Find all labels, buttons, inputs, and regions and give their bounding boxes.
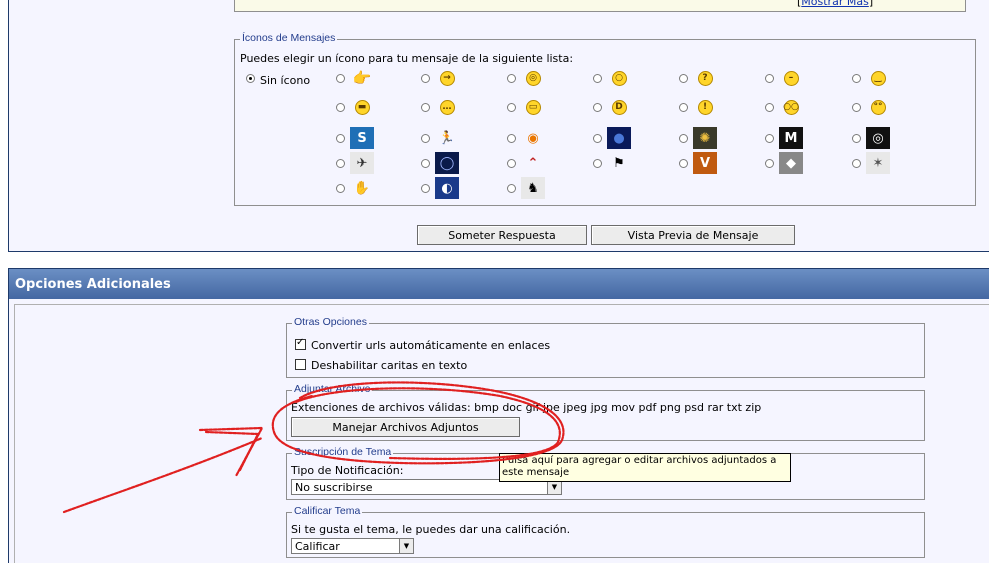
icon-radio-wink-face[interactable] [852, 74, 861, 83]
maya-icon: M [779, 127, 803, 149]
icon-radio-zbrush-man[interactable] [593, 159, 602, 168]
subscription-legend: Suscripción de Tema [292, 446, 394, 458]
hand-icon: ✋ [350, 177, 374, 199]
message-icons-instruction: Puedes elegir un ícono para tu mensaje d… [240, 52, 574, 65]
houdini-icon: ◆ [779, 152, 803, 174]
icon-radio-question[interactable] [679, 74, 688, 83]
preview-message-button[interactable]: Vista Previa de Mensaje [591, 225, 795, 245]
neutral-face-icon: – [779, 67, 803, 89]
other-options-legend: Otras Opciones [292, 316, 369, 328]
convert-urls-label: Convertir urls automáticamente en enlace… [311, 339, 551, 352]
icon-radio-neutral-face[interactable] [765, 74, 774, 83]
icon-radio-thinking-face[interactable] [421, 103, 430, 112]
no-icon-label: Sin ícono [260, 74, 311, 87]
icon-radio-sphere[interactable] [593, 134, 602, 143]
additional-options-header: Opciones Adicionales [9, 269, 989, 299]
icon-radio-looking[interactable] [765, 103, 774, 112]
shocked-icon: ○ [607, 67, 631, 89]
poser-icon: ◐ [435, 177, 459, 199]
icon-radio-crazy-eyes[interactable] [507, 74, 516, 83]
valid-extensions-text: Extenciones de archivos válidas: bmp doc… [291, 401, 762, 414]
manage-attachments-button[interactable]: Manejar Archivos Adjuntos [291, 417, 520, 437]
icon-radio-gimp[interactable] [852, 159, 861, 168]
disable-smilies-checkbox[interactable] [295, 359, 306, 370]
popcorn-icon: ! [693, 96, 717, 118]
horse-icon: ♞ [521, 177, 545, 199]
icon-radio-cinema4d[interactable] [852, 134, 861, 143]
icon-radio-horse[interactable] [507, 184, 516, 193]
icon-radio-houdini[interactable] [765, 159, 774, 168]
icon-radio-xsi[interactable] [336, 159, 345, 168]
pointing-hand-icon: 👉 [352, 68, 372, 87]
rate-topic-value: Calificar [295, 539, 340, 553]
rate-topic-select[interactable]: Calificar ▼ [291, 538, 414, 554]
rate-topic-legend: Calificar Tema [292, 505, 363, 517]
icon-radio-shocked[interactable] [593, 74, 602, 83]
icon-radio-lightwave[interactable] [679, 134, 688, 143]
show-more-wrapper: [Mostrar Más] [797, 0, 873, 8]
icon-radio-rolling-eyes[interactable] [852, 103, 861, 112]
3dsmax-icon: S [350, 127, 374, 149]
icon-radio-blender[interactable] [507, 134, 516, 143]
dropdown-arrow-icon[interactable]: ▼ [399, 539, 413, 553]
wink-face-icon: ‿ [866, 67, 890, 89]
icon-radio-big-smile[interactable] [593, 103, 602, 112]
cinema4d-icon: ◎ [866, 127, 890, 149]
icon-radio-eye[interactable] [421, 159, 430, 168]
crazy-eyes-icon: ◎ [521, 67, 545, 89]
rate-topic-instruction: Si te gusta el tema, le puedes dar una c… [291, 523, 571, 536]
disable-smilies-label: Deshabilitar caritas en texto [311, 359, 468, 372]
blender-icon: ◉ [521, 127, 545, 149]
big-smile-icon: D [607, 96, 631, 118]
icon-radio-vray[interactable] [679, 159, 688, 168]
icon-radio-running-man[interactable] [421, 134, 430, 143]
notification-type-label: Tipo de Notificación: [291, 464, 404, 477]
looking-icon: ○○ [779, 96, 803, 118]
icon-radio-poser[interactable] [421, 184, 430, 193]
convert-urls-checkbox[interactable] [295, 337, 306, 350]
icon-radio-pointing-hand[interactable] [336, 74, 345, 83]
attachments-tooltip: Pulsa aquí para agregar o editar archivo… [499, 453, 791, 482]
bird-logo-icon: ⌃ [521, 152, 545, 174]
rolling-eyes-icon: °° [866, 96, 890, 118]
arrow-right-icon: → [435, 67, 459, 89]
icon-radio-bird-logo[interactable] [507, 159, 516, 168]
message-icons-legend: Íconos de Mensajes [240, 32, 338, 44]
icon-radio-popcorn[interactable] [679, 103, 688, 112]
icon-radio-none[interactable] [246, 74, 255, 83]
icon-radio-cool-face[interactable] [336, 103, 345, 112]
sphere-icon: ● [607, 127, 631, 149]
icon-radio-grin-teeth[interactable] [507, 103, 516, 112]
running-man-icon: 🏃 [435, 127, 459, 149]
cool-face-icon: ▬ [350, 96, 374, 118]
grin-teeth-icon: ▭ [521, 96, 545, 118]
submit-reply-button[interactable]: Someter Respuesta [417, 225, 587, 245]
dropdown-arrow-icon[interactable]: ▼ [547, 480, 561, 494]
thinking-face-icon: … [435, 96, 459, 118]
icon-radio-maya[interactable] [765, 134, 774, 143]
lightwave-icon: ✺ [693, 127, 717, 149]
attach-file-legend: Adjuntar Archivo [292, 383, 373, 395]
gimp-icon: ✶ [866, 152, 890, 174]
zbrush-man-icon: ⚑ [607, 152, 631, 174]
xsi-icon: ✈ [350, 152, 374, 174]
icon-radio-3dsmax[interactable] [336, 134, 345, 143]
eye-icon: ◯ [435, 152, 459, 174]
vray-icon: V [693, 152, 717, 174]
notification-type-value: No suscribirse [295, 480, 373, 494]
icon-radio-arrow-right[interactable] [421, 74, 430, 83]
question-icon: ? [693, 67, 717, 89]
show-more-link[interactable]: Mostrar Más [801, 0, 869, 8]
icon-radio-hand[interactable] [336, 184, 345, 193]
